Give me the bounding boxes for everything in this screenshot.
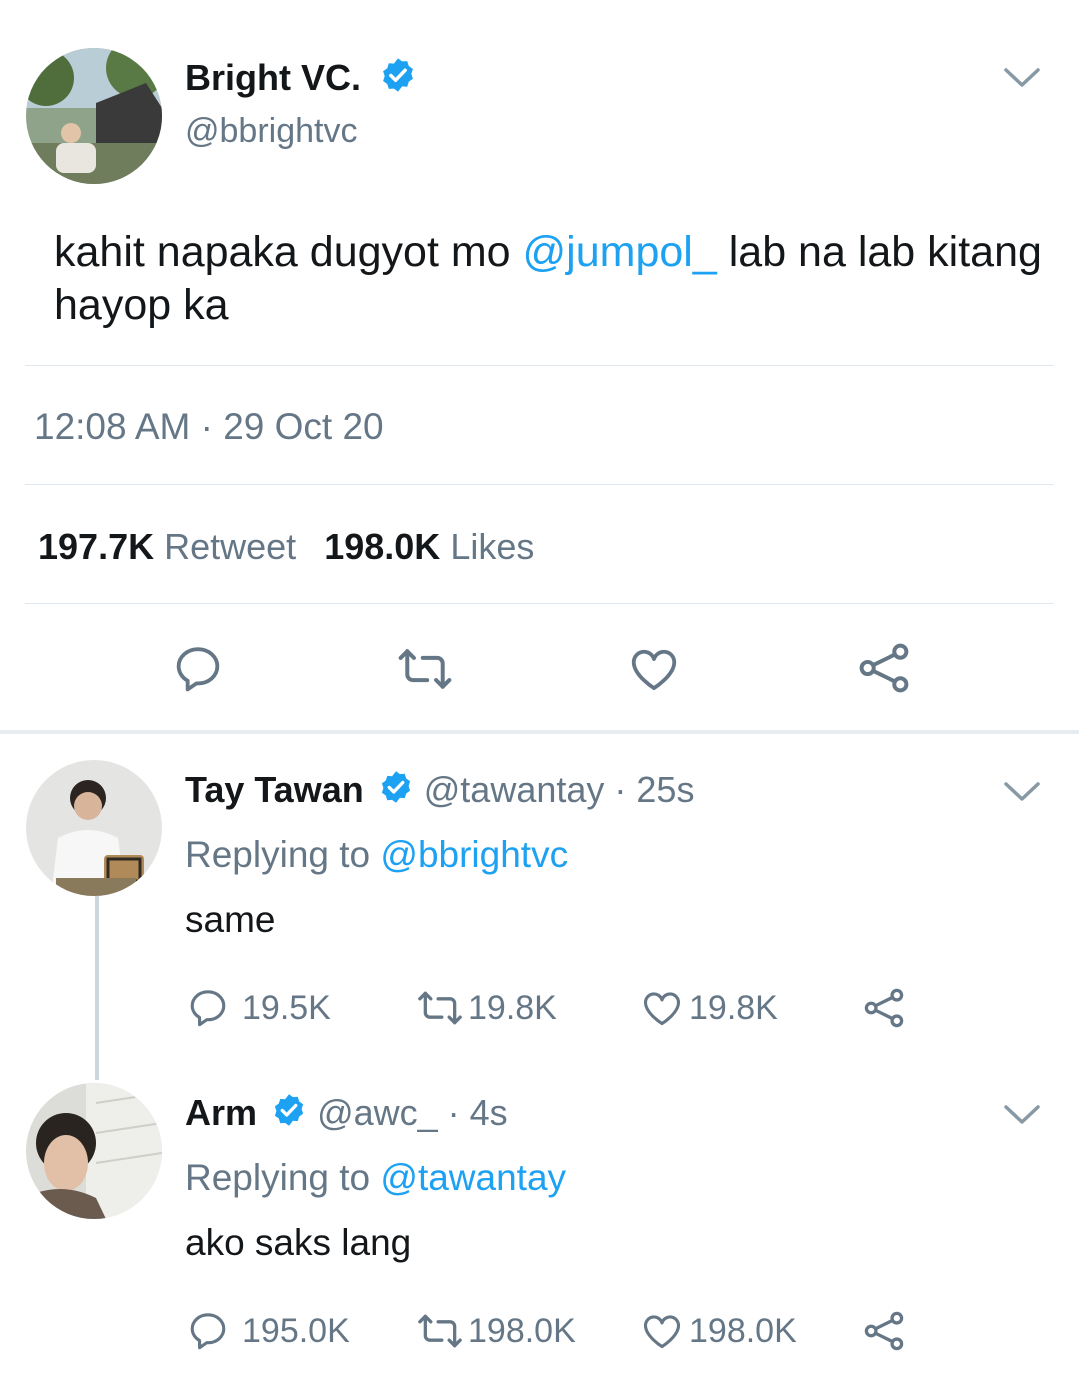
replying-to-link[interactable]: @tawantay bbox=[380, 1157, 566, 1198]
divider bbox=[25, 484, 1054, 485]
verified-icon bbox=[271, 1092, 307, 1138]
replying-to: Replying to @bbrightvc bbox=[185, 832, 568, 878]
retweet-count: 198.0K bbox=[468, 1311, 576, 1350]
likes-count: 198.0K bbox=[324, 526, 441, 567]
tweet-text: kahit napaka dugyot mo @jumpol_ lab na l… bbox=[54, 226, 1044, 332]
replying-to-label: Replying to bbox=[185, 1157, 371, 1198]
reply-count: 195.0K bbox=[242, 1311, 350, 1350]
share-icon[interactable] bbox=[862, 986, 906, 1030]
divider bbox=[25, 603, 1054, 604]
thread-line bbox=[95, 896, 99, 1080]
reply-text: ako saks lang bbox=[185, 1222, 412, 1263]
author-name-row: Bright VC. bbox=[185, 56, 417, 104]
chevron-down-icon[interactable] bbox=[1003, 66, 1041, 90]
reply-action[interactable]: 195.0K bbox=[186, 1309, 350, 1353]
reply-count: 19.5K bbox=[242, 988, 331, 1027]
reply-icon bbox=[186, 1309, 230, 1353]
replying-to-label: Replying to bbox=[185, 834, 371, 875]
timestamp[interactable]: 12:08 AM · 29 Oct 20 bbox=[34, 405, 384, 449]
retweet-action[interactable]: 19.8K bbox=[414, 986, 557, 1030]
retweet-icon bbox=[414, 1309, 466, 1353]
heart-icon bbox=[639, 986, 685, 1030]
reply-header: Tay Tawan @tawantay · 25s bbox=[185, 768, 694, 815]
retweets-count: 197.7K bbox=[38, 526, 155, 567]
like-count: 198.0K bbox=[689, 1311, 797, 1350]
author-name[interactable]: Arm bbox=[185, 1092, 257, 1133]
reply-header: Arm @awc_ · 4s bbox=[185, 1091, 508, 1138]
retweet-icon bbox=[414, 986, 466, 1030]
reply-action[interactable]: 19.5K bbox=[186, 986, 331, 1030]
divider bbox=[25, 365, 1054, 366]
like-count: 19.8K bbox=[689, 988, 778, 1027]
like-action[interactable]: 198.0K bbox=[639, 1309, 797, 1353]
retweet-action[interactable]: 198.0K bbox=[414, 1309, 576, 1353]
like-action[interactable]: 19.8K bbox=[639, 986, 778, 1030]
engagement-stats: 197.7K Retweet 198.0K Likes bbox=[38, 525, 534, 569]
share-icon[interactable] bbox=[862, 1309, 906, 1353]
author-handle[interactable]: @tawantay bbox=[424, 769, 605, 810]
likes-stat[interactable]: 198.0K Likes bbox=[324, 526, 534, 567]
reply-time: · 4s bbox=[447, 1092, 508, 1133]
retweets-label: Retweet bbox=[164, 526, 297, 567]
heart-icon bbox=[639, 1309, 685, 1353]
tweet-text-before: kahit napaka dugyot mo bbox=[54, 228, 523, 276]
reply-icon bbox=[186, 986, 230, 1030]
heart-icon[interactable] bbox=[626, 642, 682, 696]
replying-to: Replying to @tawantay bbox=[185, 1155, 566, 1201]
author-name[interactable]: Bright VC. bbox=[185, 57, 361, 98]
author-handle[interactable]: @awc_ bbox=[317, 1092, 438, 1133]
verified-icon bbox=[378, 769, 414, 815]
mention-link[interactable]: @jumpol_ bbox=[523, 228, 717, 276]
replying-to-link[interactable]: @bbrightvc bbox=[380, 834, 568, 875]
reply-text: same bbox=[185, 899, 276, 940]
chevron-down-icon[interactable] bbox=[1003, 780, 1041, 804]
author-handle[interactable]: @bbrightvc bbox=[185, 110, 357, 152]
avatar[interactable] bbox=[26, 48, 162, 184]
chevron-down-icon[interactable] bbox=[1003, 1103, 1041, 1127]
retweets-stat[interactable]: 197.7K Retweet bbox=[38, 526, 296, 567]
reply-time: · 25s bbox=[614, 769, 695, 810]
reply-icon[interactable] bbox=[171, 642, 225, 696]
retweet-icon[interactable] bbox=[394, 642, 456, 696]
likes-label: Likes bbox=[450, 526, 535, 567]
share-icon[interactable] bbox=[856, 640, 912, 696]
verified-icon bbox=[379, 56, 417, 104]
author-name[interactable]: Tay Tawan bbox=[185, 769, 364, 810]
retweet-count: 19.8K bbox=[468, 988, 557, 1027]
section-divider bbox=[0, 730, 1079, 734]
avatar[interactable] bbox=[26, 1083, 162, 1219]
avatar[interactable] bbox=[26, 760, 162, 896]
